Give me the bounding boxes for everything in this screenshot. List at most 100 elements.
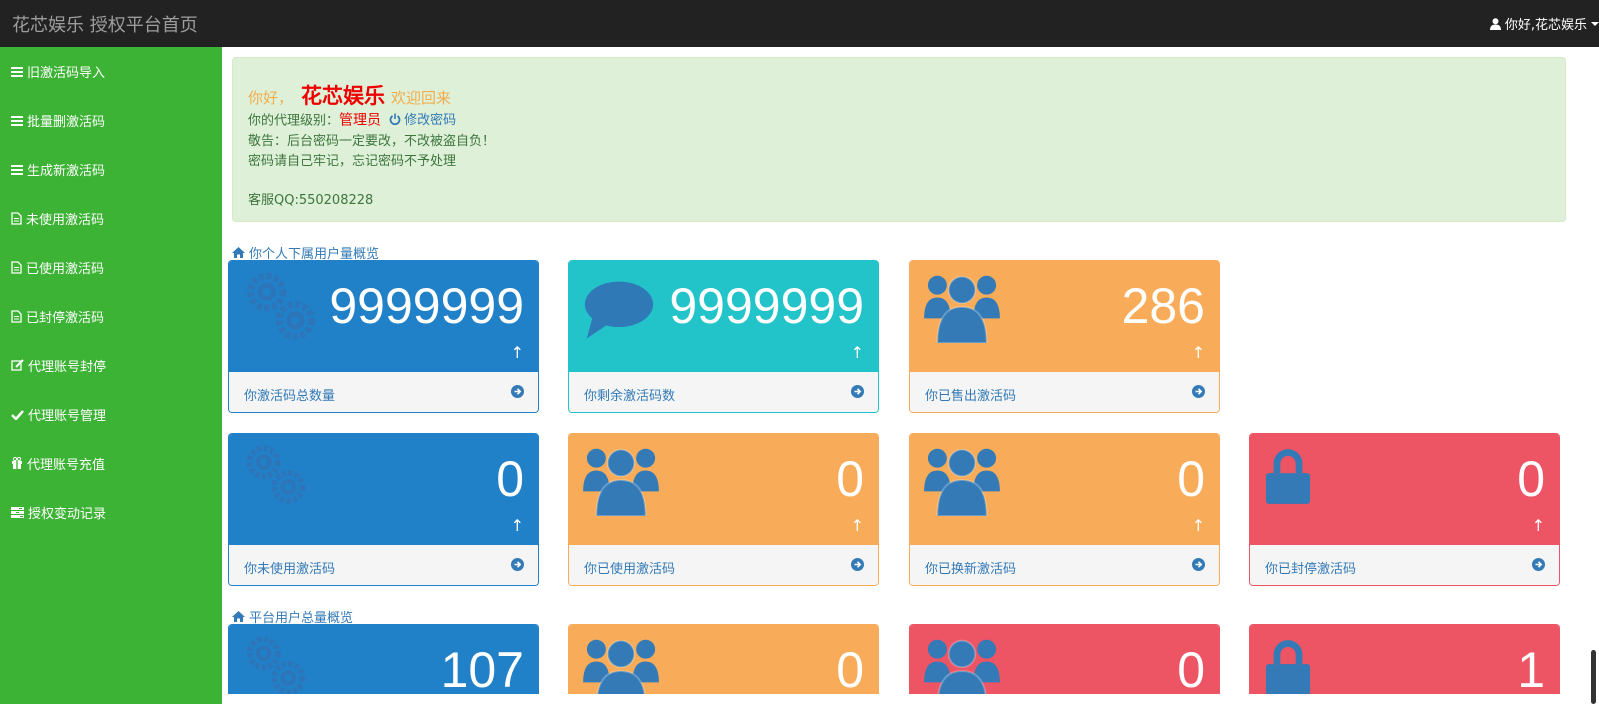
- platform-panel-2[interactable]: 0: [568, 624, 879, 694]
- arrow-up-icon: ↑: [850, 343, 864, 362]
- sidebar-item-import-old-codes[interactable]: 旧激活码导入: [11, 60, 105, 82]
- sidebar-item-batch-delete[interactable]: 批量删激活码: [11, 109, 105, 131]
- power-icon: [389, 113, 401, 125]
- stat-panel-unused-codes[interactable]: 0 ↑ 你未使用激活码: [228, 433, 539, 586]
- stat-panel-total-codes[interactable]: 9999999 ↑ 你激活码总数量: [228, 260, 539, 413]
- arrow-circle-right-icon: [1192, 385, 1205, 398]
- panel-label: 你已售出激活码: [925, 389, 1017, 404]
- panel-value: 0: [1177, 451, 1205, 507]
- support-qq: 客服QQ:550208228: [248, 193, 374, 208]
- panel-header: 1: [1250, 625, 1559, 694]
- greeting-username: 花芯娱乐: [301, 84, 386, 108]
- gift-icon: [12, 457, 22, 469]
- greeting-line: 你好， 花芯娱乐 欢迎回来: [248, 80, 451, 110]
- sidebar-item-label: 已使用激活码: [26, 261, 105, 277]
- panel-value: 9999999: [669, 278, 864, 334]
- edit-icon: [11, 359, 24, 371]
- panel-value: 9999999: [329, 278, 524, 334]
- panel-label: 你激活码总数量: [244, 389, 336, 404]
- panel-value: 0: [496, 451, 524, 507]
- sidebar-item-label: 生成新激活码: [27, 163, 106, 179]
- panel-header: 0 ↑: [1250, 434, 1559, 545]
- arrow-up-icon: ↑: [510, 516, 524, 535]
- panel-value: 0: [836, 642, 864, 694]
- stat-panel-used-codes[interactable]: 0 ↑ 你已使用激活码: [568, 433, 879, 586]
- platform-panel-3[interactable]: 0: [909, 624, 1220, 694]
- sidebar-item-banned-codes[interactable]: 已封停激活码: [11, 305, 104, 327]
- user-greeting: 你好,花芯娱乐: [1504, 18, 1587, 33]
- stat-panel-renewed-codes[interactable]: 0 ↑ 你已换新激活码: [909, 433, 1220, 586]
- agent-level-value: 管理员: [339, 112, 382, 129]
- lock-icon: [1264, 448, 1312, 506]
- sidebar-item-label: 未使用激活码: [26, 212, 105, 228]
- greeting-hello: 你好，: [248, 89, 294, 107]
- panel-footer: 你已售出激活码: [910, 372, 1219, 412]
- sidebar-item-manage-agent[interactable]: 代理账号管理: [11, 403, 106, 425]
- arrow-up-icon: ↑: [510, 343, 524, 362]
- panel-footer: 你激活码总数量: [229, 372, 538, 412]
- user-icon: [1489, 17, 1501, 30]
- sidebar-item-ban-agent[interactable]: 代理账号封停: [11, 354, 106, 376]
- change-password-link[interactable]: 修改密码: [389, 109, 456, 128]
- users-icon: [924, 271, 1000, 343]
- agent-level-line: 你的代理级别：管理员 修改密码: [248, 109, 456, 130]
- sidebar-item-label: 批量删激活码: [27, 114, 106, 130]
- panel-footer: 你已使用激活码: [569, 545, 878, 585]
- panel-value: 107: [440, 642, 524, 694]
- chevron-down-icon: [1591, 21, 1599, 26]
- comment-icon: [583, 279, 655, 341]
- file-icon: [11, 211, 22, 225]
- panel-header: 0 ↑: [569, 434, 878, 545]
- panel-footer: 你已封停激活码: [1250, 545, 1559, 585]
- stat-panel-banned-codes[interactable]: 0 ↑ 你已封停激活码: [1249, 433, 1560, 586]
- sidebar-item-label: 授权变动记录: [28, 506, 107, 522]
- users-icon: [924, 635, 1000, 694]
- list-icon: [11, 66, 23, 77]
- list-icon: [11, 164, 23, 175]
- panel-label: 你已封停激活码: [1265, 562, 1357, 577]
- sidebar-item-label: 已封停激活码: [26, 310, 105, 326]
- sidebar-item-unused-codes[interactable]: 未使用激活码: [11, 207, 104, 229]
- user-menu[interactable]: 你好,花芯娱乐: [1489, 14, 1599, 33]
- password-remember-note: 密码请自己牢记，忘记密码不予处理: [248, 154, 457, 169]
- users-icon: [924, 444, 1000, 516]
- greeting-welcome: 欢迎回来: [391, 89, 452, 107]
- tasks-icon: [11, 506, 24, 518]
- arrow-circle-right-icon: [1192, 558, 1205, 571]
- panel-footer: 你已换新激活码: [910, 545, 1219, 585]
- home-icon: [232, 247, 245, 258]
- arrow-up-icon: ↑: [1191, 343, 1205, 362]
- sidebar-item-used-codes[interactable]: 已使用激活码: [11, 256, 104, 278]
- panel-value: 0: [836, 451, 864, 507]
- file-icon: [11, 309, 22, 323]
- panel-header: 0: [910, 625, 1219, 694]
- panel-header: 0 ↑: [229, 434, 538, 545]
- users-icon: [583, 444, 659, 516]
- stat-panel-remaining-codes[interactable]: 9999999 ↑ 你剩余激活码数: [568, 260, 879, 413]
- sidebar-item-recharge-agent[interactable]: 代理账号充值: [11, 452, 105, 474]
- stat-panel-sold-codes[interactable]: 286 ↑ 你已售出激活码: [909, 260, 1220, 413]
- panel-footer: 你未使用激活码: [229, 545, 538, 585]
- users-icon: [583, 635, 659, 694]
- platform-panel-4[interactable]: 1: [1249, 624, 1560, 694]
- sidebar-item-generate-codes[interactable]: 生成新激活码: [11, 158, 105, 180]
- change-password-label: 修改密码: [404, 113, 457, 128]
- panel-footer: 你剩余激活码数: [569, 372, 878, 412]
- arrow-circle-right-icon: [511, 558, 524, 571]
- panel-value: 0: [1517, 451, 1545, 507]
- arrow-circle-right-icon: [1532, 558, 1545, 571]
- arrow-up-icon: ↑: [1531, 516, 1545, 535]
- arrow-up-icon: ↑: [850, 516, 864, 535]
- panel-header: 0: [569, 625, 878, 694]
- check-icon: [11, 409, 24, 420]
- brand-title[interactable]: 花芯娱乐 授权平台首页: [12, 11, 198, 37]
- panel-header: 9999999 ↑: [229, 261, 538, 372]
- gears-icon: [243, 444, 309, 510]
- panel-header: 286 ↑: [910, 261, 1219, 372]
- scrollbar-thumb[interactable]: [1591, 650, 1596, 704]
- platform-panel-1[interactable]: 107: [228, 624, 539, 694]
- top-navbar: 花芯娱乐 授权平台首页 你好,花芯娱乐: [0, 0, 1599, 47]
- sidebar: 旧激活码导入 批量删激活码 生成新激活码 未使用激活码 已使用激活码 已封停激活…: [0, 47, 222, 704]
- sidebar-item-auth-log[interactable]: 授权变动记录: [11, 501, 106, 523]
- panel-label: 你已使用激活码: [584, 562, 676, 577]
